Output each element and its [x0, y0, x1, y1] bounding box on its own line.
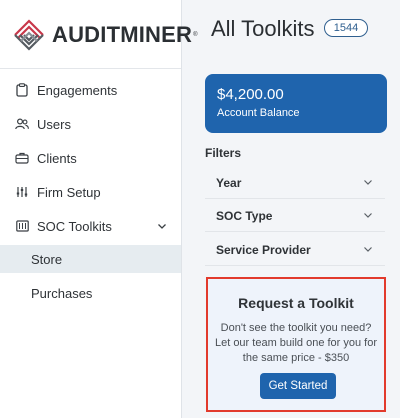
- sidebar: AUDITMINER ® Engagements Users Clients F…: [0, 0, 198, 418]
- chevron-down-icon: [364, 180, 372, 185]
- sidebar-subitem-purchases[interactable]: Purchases: [0, 279, 181, 307]
- brand-logo[interactable]: AUDITMINER ®: [12, 18, 198, 52]
- request-title: Request a Toolkit: [238, 295, 354, 311]
- page-title: All Toolkits: [211, 16, 315, 41]
- sidebar-item-engagements[interactable]: Engagements: [0, 73, 181, 107]
- auditminer-logo-icon: [14, 19, 44, 51]
- get-started-button[interactable]: Get Started: [260, 373, 336, 399]
- sidebar-item-soc-toolkits[interactable]: SOC Toolkits: [0, 209, 181, 243]
- filter-label: SOC Type: [216, 209, 273, 223]
- filter-service-provider[interactable]: Service Provider: [205, 233, 385, 266]
- sidebar-divider: [0, 68, 181, 69]
- sidebar-subitem-label: Store: [31, 251, 63, 267]
- filters-heading: Filters: [205, 146, 242, 160]
- filter-label: Year: [216, 176, 242, 190]
- chevron-down-icon: [364, 213, 372, 218]
- toolkit-count-badge: 1544: [324, 19, 368, 37]
- sidebar-item-users[interactable]: Users: [0, 107, 181, 141]
- briefcase-icon: [15, 151, 29, 165]
- clipboard-icon: [15, 83, 29, 97]
- chevron-down-icon: [364, 247, 372, 252]
- request-description: Don't see the toolkit you need? Let our …: [214, 322, 378, 364]
- main-content: All Toolkits 1544 $4,200.00 Account Bala…: [183, 0, 400, 418]
- sidebar-subitem-label: Purchases: [31, 285, 93, 301]
- request-toolkit-card: Request a Toolkit Don't see the toolkit …: [206, 277, 386, 412]
- filter-label: Service Provider: [216, 243, 311, 257]
- sliders-icon: [15, 185, 29, 199]
- sidebar-subitem-store[interactable]: Store: [0, 245, 181, 273]
- filter-soc-type[interactable]: SOC Type: [205, 199, 385, 232]
- account-balance-card: $4,200.00 Account Balance: [205, 74, 387, 133]
- sidebar-item-firm-setup[interactable]: Firm Setup: [0, 175, 181, 209]
- filter-year[interactable]: Year: [205, 166, 385, 199]
- brand-name: AUDITMINER: [52, 22, 193, 47]
- sidebar-item-label: Clients: [37, 150, 77, 166]
- sidebar-item-label: Users: [37, 116, 71, 132]
- users-icon: [15, 117, 29, 131]
- sidebar-item-label: Engagements: [37, 82, 118, 98]
- sidebar-item-label: Firm Setup: [37, 184, 101, 200]
- balance-label: Account Balance: [217, 107, 300, 119]
- sidebar-item-clients[interactable]: Clients: [0, 141, 181, 175]
- toolkit-icon: [15, 219, 29, 233]
- balance-amount: $4,200.00: [217, 86, 284, 103]
- chevron-down-icon[interactable]: [157, 221, 167, 231]
- sidebar-item-label: SOC Toolkits: [37, 218, 112, 234]
